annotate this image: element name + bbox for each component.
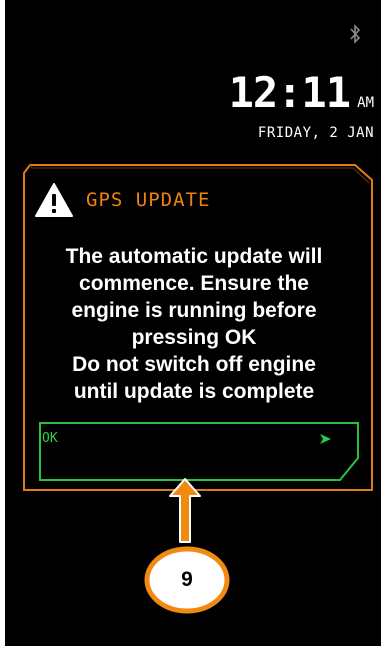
ok-button-label: OK xyxy=(42,431,58,446)
message-line: until update is complete xyxy=(73,380,315,403)
clock-time: 12:11 xyxy=(228,68,351,117)
message-line: commence. Ensure the xyxy=(79,272,309,295)
clock-meridiem: AM xyxy=(357,95,374,111)
dialog-title-row: GPS UPDATE xyxy=(34,180,210,220)
chevron-right-icon xyxy=(320,434,331,444)
ok-button[interactable] xyxy=(38,424,360,482)
warning-triangle-icon xyxy=(35,183,73,217)
message-line: The automatic update will xyxy=(65,245,323,268)
callout-number: 9 xyxy=(181,568,193,591)
message-line: engine is running before xyxy=(71,299,317,322)
dialog-message: The automatic update will commence. Ensu… xyxy=(24,243,364,405)
bluetooth-icon xyxy=(350,24,361,44)
clock-date: FRIDAY, 2 JAN xyxy=(257,125,374,141)
message-line: Do not switch off engine xyxy=(72,353,316,376)
dialog-title: GPS UPDATE xyxy=(86,189,211,211)
message-line: pressing OK xyxy=(131,326,257,349)
